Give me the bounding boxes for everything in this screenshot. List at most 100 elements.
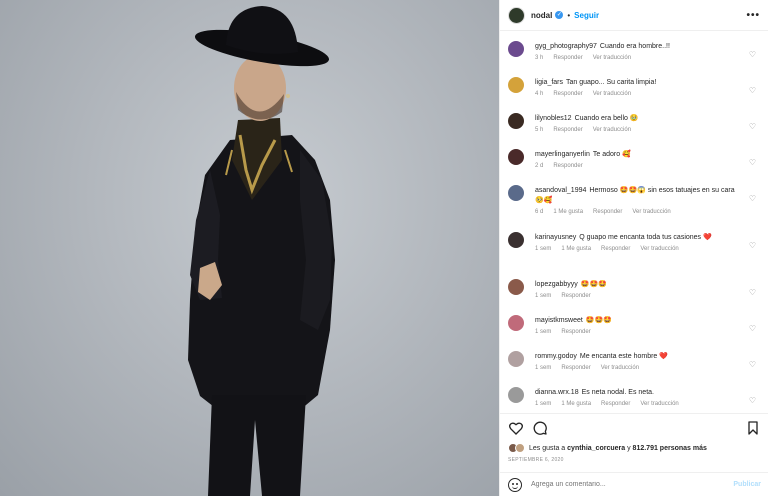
post-photo[interactable] (0, 0, 499, 496)
commenter-avatar[interactable] (508, 149, 524, 165)
comment-item: mayistkmsweet 🤩🤩🤩 1 sem Responder ♡ (508, 311, 760, 347)
comment-item: karinayusney Q guapo me encanta toda tus … (508, 228, 760, 275)
comment-text: asandoval_1994 Hermoso 🤩🤩😱 sin esos tatua… (535, 181, 740, 206)
reply-button[interactable]: Responder (601, 401, 630, 407)
comment-time: 1 sem (535, 365, 552, 371)
translate-button[interactable]: Ver traducción (593, 127, 631, 133)
comment-meta: 1 sem Responder Ver traducción (535, 365, 740, 371)
comment-like-heart-icon[interactable]: ♡ (749, 194, 756, 203)
liker-username[interactable]: cynthia_corcuera (567, 445, 625, 452)
reply-button[interactable]: Responder (561, 365, 590, 371)
reply-button[interactable]: Responder (593, 209, 622, 215)
comment-meta: 1 sem 1 Me gusta Responder Ver traducción (535, 401, 740, 407)
comment-message: Q guapo me encanta toda tus casiones ❤️ (579, 234, 712, 241)
commenter-avatar[interactable] (508, 77, 524, 93)
reply-button[interactable]: Responder (553, 55, 582, 61)
author-username[interactable]: nodal (531, 11, 552, 20)
comment-message: Tan guapo... Su carita limpia! (566, 79, 657, 86)
follow-button[interactable]: Seguir (574, 11, 599, 20)
publish-button[interactable]: Publicar (733, 481, 761, 488)
comment-item: rommy.godoy Me encanta este hombre ❤️ 1 se… (508, 347, 760, 383)
author-avatar[interactable] (508, 6, 525, 24)
comment-likes[interactable]: 1 Me gusta (553, 209, 583, 215)
comment-time: 3 h (535, 55, 544, 61)
commenter-username[interactable]: lilynobles12 (535, 115, 572, 122)
comment-meta: 1 sem 1 Me gusta Responder Ver traducción (535, 246, 740, 252)
action-bar (500, 413, 768, 441)
commenter-avatar[interactable] (508, 113, 524, 129)
commenter-avatar[interactable] (508, 185, 524, 201)
reply-button[interactable]: Responder (601, 246, 630, 252)
commenter-avatar[interactable] (508, 232, 524, 248)
commenter-username[interactable]: mayerlinganyerlin (535, 151, 590, 158)
comment-text: mayistkmsweet 🤩🤩🤩 (535, 311, 740, 326)
comment-text: gyg_photography97 Cuando era hombre..!! (535, 37, 740, 52)
commenter-username[interactable]: rommy.godoy (535, 353, 577, 360)
comment-time: 2 d (535, 163, 544, 169)
commenter-username[interactable]: karinayusney (535, 234, 576, 241)
comment-item: asandoval_1994 Hermoso 🤩🤩😱 sin esos tatua… (508, 181, 760, 228)
comment-message: Cuando era hombre..!! (599, 43, 670, 50)
comment-like-heart-icon[interactable]: ♡ (749, 50, 756, 59)
save-bookmark-icon[interactable] (745, 420, 761, 436)
commenter-avatar[interactable] (508, 41, 524, 57)
translate-button[interactable]: Ver traducción (601, 365, 639, 371)
translate-button[interactable]: Ver traducción (640, 246, 678, 252)
comments-list[interactable]: gyg_photography97 Cuando era hombre..!! 3 … (500, 31, 768, 412)
commenter-username[interactable]: dianna.wrx.18 (535, 389, 579, 396)
post-header: nodal ✓ • Seguir ••• (500, 0, 768, 31)
reply-button[interactable]: Responder (553, 127, 582, 133)
likes-summary[interactable]: Les gusta a cynthia_corcuera y 812.791 p… (508, 443, 707, 453)
add-comment-input[interactable] (531, 481, 734, 488)
comment-item: ligia_fars Tan guapo... Su carita limpia!… (508, 73, 760, 109)
comment-like-heart-icon[interactable]: ♡ (749, 324, 756, 333)
comment-like-heart-icon[interactable]: ♡ (749, 396, 756, 405)
comment-likes[interactable]: 1 Me gusta (561, 401, 591, 407)
likes-count[interactable]: 812.791 personas más (633, 445, 707, 452)
comment-time: 1 sem (535, 293, 552, 299)
translate-button[interactable]: Ver traducción (593, 91, 631, 97)
reply-button[interactable]: Responder (553, 163, 582, 169)
commenter-username[interactable]: mayistkmsweet (535, 317, 583, 324)
emoji-icon[interactable] (508, 477, 522, 492)
commenter-username[interactable]: ligia_fars (535, 79, 563, 86)
comment-time: 4 h (535, 91, 544, 97)
comment-likes[interactable]: 1 Me gusta (561, 246, 591, 252)
comment-item: lilynobles12 Cuando era bello 🥹 5 h Respond… (508, 109, 760, 145)
comment-item: dianna.wrx.18 Es neta nodal. Es neta. 1 se… (508, 383, 760, 412)
post-side-panel: nodal ✓ • Seguir ••• gyg_photography97 Cu… (499, 0, 768, 496)
comment-time: 1 sem (535, 329, 552, 335)
comment-like-heart-icon[interactable]: ♡ (749, 360, 756, 369)
reply-button[interactable]: Responder (561, 293, 590, 299)
commenter-avatar[interactable] (508, 387, 524, 403)
comment-like-heart-icon[interactable]: ♡ (749, 241, 756, 250)
comment-meta: 4 h Responder Ver traducción (535, 91, 740, 97)
commenter-avatar[interactable] (508, 279, 524, 295)
translate-button[interactable]: Ver traducción (593, 55, 631, 61)
commenter-avatar[interactable] (508, 351, 524, 367)
verified-badge-icon: ✓ (555, 11, 564, 19)
reply-button[interactable]: Responder (553, 91, 582, 97)
commenter-username[interactable]: gyg_photography97 (535, 43, 597, 50)
comment-item: lopezgabbyyy 🤩🤩🤩 1 sem Responder ♡ (508, 275, 760, 311)
commenter-username[interactable]: lopezgabbyyy (535, 281, 578, 288)
comment-time: 5 h (535, 127, 544, 133)
comment-like-heart-icon[interactable]: ♡ (749, 86, 756, 95)
commenter-username[interactable]: asandoval_1994 (535, 187, 586, 194)
liker-avatar (515, 443, 525, 453)
man-in-black-suit-image (188, 6, 335, 496)
reply-button[interactable]: Responder (561, 329, 590, 335)
translate-button[interactable]: Ver traducción (632, 209, 670, 215)
more-options-icon[interactable]: ••• (746, 10, 760, 21)
translate-button[interactable]: Ver traducción (640, 401, 678, 407)
commenter-avatar[interactable] (508, 315, 524, 331)
comment-like-heart-icon[interactable]: ♡ (749, 158, 756, 167)
comment-time: 6 d (535, 209, 544, 215)
comment-like-heart-icon[interactable]: ♡ (749, 122, 756, 131)
comment-bubble-icon[interactable] (532, 420, 548, 436)
comment-time: 1 sem (535, 246, 552, 252)
post-container: nodal ✓ • Seguir ••• gyg_photography97 Cu… (0, 0, 768, 496)
comment-like-heart-icon[interactable]: ♡ (749, 288, 756, 297)
like-heart-icon[interactable] (508, 420, 524, 436)
comment-text: dianna.wrx.18 Es neta nodal. Es neta. (535, 383, 740, 398)
